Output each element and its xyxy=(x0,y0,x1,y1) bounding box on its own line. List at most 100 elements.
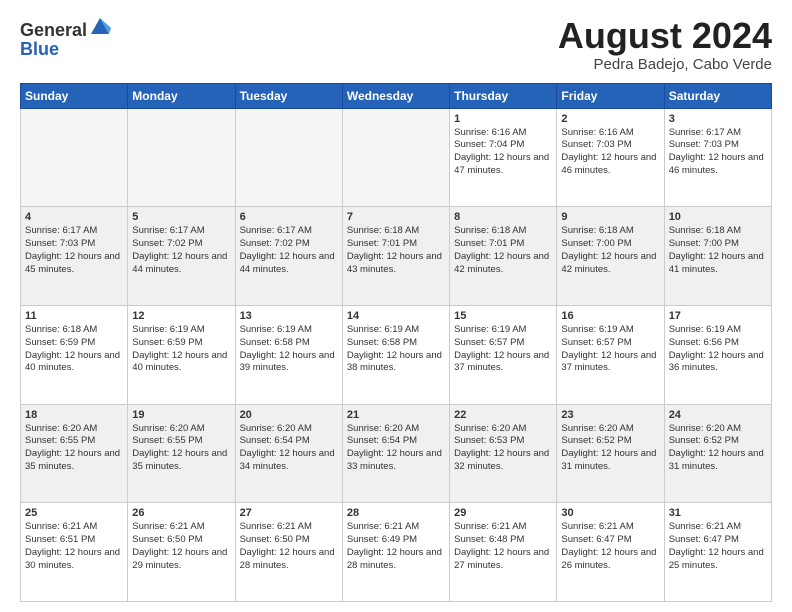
cell-content: Sunrise: 6:18 AM Sunset: 6:59 PM Dayligh… xyxy=(25,324,123,375)
logo-text: General Blue xyxy=(20,16,111,60)
calendar-cell: 9 Sunrise: 6:18 AM Sunset: 7:00 PM Daylig… xyxy=(557,207,664,306)
cell-content: Sunrise: 6:20 AM Sunset: 6:54 PM Dayligh… xyxy=(347,423,445,474)
calendar-cell: 17Sunrise: 6:19 AM Sunset: 6:56 PM Dayli… xyxy=(664,305,771,404)
day-number: 14 xyxy=(347,310,445,322)
week-row-1: 4 Sunrise: 6:17 AM Sunset: 7:03 PM Daylig… xyxy=(21,207,772,306)
day-number: 30 xyxy=(561,507,659,519)
cell-content: Sunrise: 6:18 AM Sunset: 7:00 PM Dayligh… xyxy=(561,225,659,276)
cell-content: Sunrise: 6:19 AM Sunset: 6:56 PM Dayligh… xyxy=(669,324,767,375)
day-header-wednesday: Wednesday xyxy=(342,83,449,108)
day-number: 15 xyxy=(454,310,552,322)
cell-content: Sunrise: 6:19 AM Sunset: 6:57 PM Dayligh… xyxy=(561,324,659,375)
calendar-cell: 12Sunrise: 6:19 AM Sunset: 6:59 PM Dayli… xyxy=(128,305,235,404)
day-number: 31 xyxy=(669,507,767,519)
cell-content: Sunrise: 6:16 AM Sunset: 7:04 PM Dayligh… xyxy=(454,127,552,178)
day-number: 25 xyxy=(25,507,123,519)
day-number: 28 xyxy=(347,507,445,519)
calendar-cell: 3 Sunrise: 6:17 AM Sunset: 7:03 PM Daylig… xyxy=(664,108,771,207)
cell-content: Sunrise: 6:21 AM Sunset: 6:50 PM Dayligh… xyxy=(240,521,338,572)
day-number: 1 xyxy=(454,113,552,125)
day-number: 11 xyxy=(25,310,123,322)
cell-content: Sunrise: 6:21 AM Sunset: 6:49 PM Dayligh… xyxy=(347,521,445,572)
day-number: 18 xyxy=(25,409,123,421)
calendar-header-row: SundayMondayTuesdayWednesdayThursdayFrid… xyxy=(21,83,772,108)
day-number: 22 xyxy=(454,409,552,421)
calendar-cell: 7Sunrise: 6:18 AM Sunset: 7:01 PM Daylig… xyxy=(342,207,449,306)
cell-content: Sunrise: 6:21 AM Sunset: 6:50 PM Dayligh… xyxy=(132,521,230,572)
calendar-cell: 18 Sunrise: 6:20 AM Sunset: 6:55 PM Dayli… xyxy=(21,404,128,503)
day-number: 27 xyxy=(240,507,338,519)
day-number: 26 xyxy=(132,507,230,519)
cell-content: Sunrise: 6:21 AM Sunset: 6:47 PM Dayligh… xyxy=(561,521,659,572)
calendar-cell: 25 Sunrise: 6:21 AM Sunset: 6:51 PM Dayli… xyxy=(21,503,128,602)
week-row-2: 11 Sunrise: 6:18 AM Sunset: 6:59 PM Dayli… xyxy=(21,305,772,404)
cell-content: Sunrise: 6:19 AM Sunset: 6:58 PM Dayligh… xyxy=(347,324,445,375)
day-number: 12 xyxy=(132,310,230,322)
day-number: 4 xyxy=(25,211,123,223)
calendar-cell: 14 Sunrise: 6:19 AM Sunset: 6:58 PM Dayli… xyxy=(342,305,449,404)
day-header-sunday: Sunday xyxy=(21,83,128,108)
day-number: 29 xyxy=(454,507,552,519)
calendar-cell: 4 Sunrise: 6:17 AM Sunset: 7:03 PM Daylig… xyxy=(21,207,128,306)
calendar-cell: 26 Sunrise: 6:21 AM Sunset: 6:50 PM Dayli… xyxy=(128,503,235,602)
week-row-3: 18 Sunrise: 6:20 AM Sunset: 6:55 PM Dayli… xyxy=(21,404,772,503)
cell-content: Sunrise: 6:21 AM Sunset: 6:47 PM Dayligh… xyxy=(669,521,767,572)
title-block: August 2024 Pedra Badejo, Cabo Verde xyxy=(558,16,772,73)
calendar-cell: 21Sunrise: 6:20 AM Sunset: 6:54 PM Dayli… xyxy=(342,404,449,503)
day-header-saturday: Saturday xyxy=(664,83,771,108)
cell-content: Sunrise: 6:18 AM Sunset: 7:00 PM Dayligh… xyxy=(669,225,767,276)
day-number: 6 xyxy=(240,211,338,223)
cell-content: Sunrise: 6:19 AM Sunset: 6:58 PM Dayligh… xyxy=(240,324,338,375)
week-row-4: 25 Sunrise: 6:21 AM Sunset: 6:51 PM Dayli… xyxy=(21,503,772,602)
cell-content: Sunrise: 6:17 AM Sunset: 7:02 PM Dayligh… xyxy=(240,225,338,276)
calendar-cell: 28 Sunrise: 6:21 AM Sunset: 6:49 PM Dayli… xyxy=(342,503,449,602)
logo-blue: Blue xyxy=(20,39,59,60)
cell-content: Sunrise: 6:17 AM Sunset: 7:02 PM Dayligh… xyxy=(132,225,230,276)
calendar-cell: 16 Sunrise: 6:19 AM Sunset: 6:57 PM Dayli… xyxy=(557,305,664,404)
day-number: 3 xyxy=(669,113,767,125)
day-header-thursday: Thursday xyxy=(450,83,557,108)
calendar-cell: 19 Sunrise: 6:20 AM Sunset: 6:55 PM Dayli… xyxy=(128,404,235,503)
day-number: 23 xyxy=(561,409,659,421)
calendar-cell: 22 Sunrise: 6:20 AM Sunset: 6:53 PM Dayli… xyxy=(450,404,557,503)
calendar-cell: 29 Sunrise: 6:21 AM Sunset: 6:48 PM Dayli… xyxy=(450,503,557,602)
calendar-cell: 27 Sunrise: 6:21 AM Sunset: 6:50 PM Dayli… xyxy=(235,503,342,602)
day-number: 16 xyxy=(561,310,659,322)
calendar-cell xyxy=(235,108,342,207)
cell-content: Sunrise: 6:20 AM Sunset: 6:55 PM Dayligh… xyxy=(132,423,230,474)
month-year: August 2024 xyxy=(558,16,772,56)
page: General Blue August 2024 Pedra Badejo, C… xyxy=(0,0,792,612)
calendar-table: SundayMondayTuesdayWednesdayThursdayFrid… xyxy=(20,83,772,602)
day-number: 9 xyxy=(561,211,659,223)
cell-content: Sunrise: 6:19 AM Sunset: 6:57 PM Dayligh… xyxy=(454,324,552,375)
header: General Blue August 2024 Pedra Badejo, C… xyxy=(20,16,772,73)
cell-content: Sunrise: 6:17 AM Sunset: 7:03 PM Dayligh… xyxy=(25,225,123,276)
day-number: 2 xyxy=(561,113,659,125)
calendar-cell: 11 Sunrise: 6:18 AM Sunset: 6:59 PM Dayli… xyxy=(21,305,128,404)
cell-content: Sunrise: 6:21 AM Sunset: 6:51 PM Dayligh… xyxy=(25,521,123,572)
day-number: 24 xyxy=(669,409,767,421)
logo-icon xyxy=(89,14,111,36)
logo: General Blue xyxy=(20,16,111,60)
day-header-tuesday: Tuesday xyxy=(235,83,342,108)
cell-content: Sunrise: 6:17 AM Sunset: 7:03 PM Dayligh… xyxy=(669,127,767,178)
cell-content: Sunrise: 6:16 AM Sunset: 7:03 PM Dayligh… xyxy=(561,127,659,178)
calendar-cell: 30 Sunrise: 6:21 AM Sunset: 6:47 PM Dayli… xyxy=(557,503,664,602)
day-number: 7 xyxy=(347,211,445,223)
cell-content: Sunrise: 6:20 AM Sunset: 6:53 PM Dayligh… xyxy=(454,423,552,474)
cell-content: Sunrise: 6:20 AM Sunset: 6:52 PM Dayligh… xyxy=(561,423,659,474)
cell-content: Sunrise: 6:21 AM Sunset: 6:48 PM Dayligh… xyxy=(454,521,552,572)
calendar-cell: 24Sunrise: 6:20 AM Sunset: 6:52 PM Dayli… xyxy=(664,404,771,503)
calendar-cell: 13Sunrise: 6:19 AM Sunset: 6:58 PM Dayli… xyxy=(235,305,342,404)
cell-content: Sunrise: 6:20 AM Sunset: 6:55 PM Dayligh… xyxy=(25,423,123,474)
day-header-friday: Friday xyxy=(557,83,664,108)
day-number: 20 xyxy=(240,409,338,421)
location: Pedra Badejo, Cabo Verde xyxy=(558,56,772,73)
day-header-monday: Monday xyxy=(128,83,235,108)
calendar-cell: 10Sunrise: 6:18 AM Sunset: 7:00 PM Dayli… xyxy=(664,207,771,306)
cell-content: Sunrise: 6:18 AM Sunset: 7:01 PM Dayligh… xyxy=(454,225,552,276)
day-number: 5 xyxy=(132,211,230,223)
day-number: 19 xyxy=(132,409,230,421)
calendar-cell: 5 Sunrise: 6:17 AM Sunset: 7:02 PM Daylig… xyxy=(128,207,235,306)
logo-general: General xyxy=(20,20,87,40)
